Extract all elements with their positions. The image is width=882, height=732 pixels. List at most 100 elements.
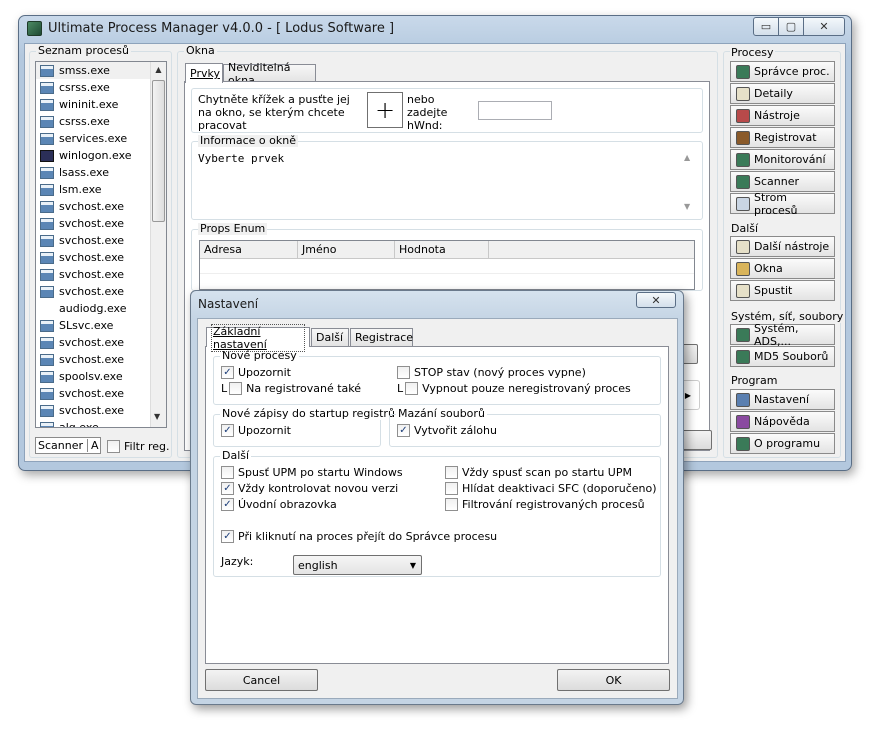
list-item[interactable]: alg.exe	[36, 419, 150, 427]
process-name: svchost.exe	[59, 387, 125, 400]
btn-monitor[interactable]: Monitorování	[730, 149, 835, 170]
list-item[interactable]: svchost.exe	[36, 232, 150, 249]
btn-process-manager[interactable]: Správce proc.	[730, 61, 835, 82]
vypnout-checkbox[interactable]: L Vypnout pouze neregistrovaný proces	[397, 382, 631, 395]
process-list[interactable]: smss.exe csrss.exe wininit.exe csrss.exe ser…	[35, 61, 167, 428]
dalsi-left-checkbox-0[interactable]: Spusť UPM po startu Windows	[221, 466, 403, 479]
list-item[interactable]: audiodg.exe	[36, 300, 150, 317]
dalsi-left-checkbox-2[interactable]: ✓ Úvodní obrazovka	[221, 498, 337, 511]
checkbox-box[interactable]: ✓	[221, 482, 234, 495]
list-item[interactable]: csrss.exe	[36, 79, 150, 96]
zaloha-checkbox[interactable]: ✓ Vytvořit zálohu	[397, 424, 497, 437]
checkbox-box[interactable]	[221, 466, 234, 479]
list-item[interactable]: smss.exe	[36, 62, 150, 79]
filter-reg-checkbox[interactable]: Filtr reg.	[107, 440, 170, 453]
scroll-up-icon[interactable]: ▲	[151, 65, 166, 74]
process-icon	[40, 234, 54, 247]
list-item[interactable]: wininit.exe	[36, 96, 150, 113]
tab-registrace[interactable]: Registrace	[350, 328, 413, 346]
list-item[interactable]: SLsvc.exe	[36, 317, 150, 334]
btn-label: Nastavení	[754, 393, 810, 406]
dalsi-right-checkbox-2[interactable]: Filtrování registrovaných procesů	[445, 498, 645, 511]
col-jmeno[interactable]: Jméno	[298, 241, 395, 259]
ok-button[interactable]: OK	[557, 669, 670, 691]
dialog-close-button[interactable]: ✕	[636, 292, 676, 308]
btn-run[interactable]: Spustit	[730, 280, 835, 301]
list-item[interactable]: spoolsv.exe	[36, 368, 150, 385]
list-item[interactable]: svchost.exe	[36, 385, 150, 402]
btn-scanner[interactable]: Scanner	[730, 171, 835, 192]
process-name: winlogon.exe	[59, 149, 132, 162]
process-name: svchost.exe	[59, 336, 125, 349]
btn-system[interactable]: Systém, ADS,...	[730, 322, 835, 348]
startup-upozornit-box[interactable]: ✓	[221, 424, 234, 437]
dalsi-right-checkbox-0[interactable]: Vždy spusť scan po startu UPM	[445, 466, 632, 479]
dalsi-left-checkbox-1[interactable]: ✓ Vždy kontrolovat novou verzi	[221, 482, 398, 495]
upozornit-box[interactable]: ✓	[221, 366, 234, 379]
btn-about[interactable]: O programu	[730, 433, 835, 454]
maximize-button[interactable]: ▢	[778, 17, 804, 36]
btn-windows[interactable]: Okna	[730, 258, 835, 279]
hwnd-input[interactable]	[478, 101, 552, 120]
crosshair-target[interactable]: +	[367, 92, 403, 128]
click-goto-checkbox[interactable]: ✓ Při kliknutí na proces přejít do Správc…	[221, 530, 497, 543]
props-table[interactable]: Adresa Jméno Hodnota	[199, 240, 695, 290]
list-item[interactable]: csrss.exe	[36, 113, 150, 130]
tab-zakladni-nastaveni[interactable]: Základní nastavení	[206, 323, 310, 352]
btn-label: Spustit	[754, 284, 793, 297]
jazyk-label: Jazyk:	[221, 555, 254, 568]
btn-md5[interactable]: MD5 Souborů	[730, 346, 835, 367]
filter-reg-box[interactable]	[107, 440, 120, 453]
checkbox-label: Vždy spusť scan po startu UPM	[462, 466, 632, 479]
close-button[interactable]: ✕	[803, 17, 845, 36]
scroll-down-icon[interactable]: ▼	[154, 412, 160, 421]
list-item[interactable]: services.exe	[36, 130, 150, 147]
list-item[interactable]: svchost.exe	[36, 198, 150, 215]
btn-settings[interactable]: Nastavení	[730, 389, 835, 410]
list-item[interactable]: winlogon.exe	[36, 147, 150, 164]
cancel-button[interactable]: Cancel	[205, 669, 318, 691]
checkbox-box[interactable]	[445, 482, 458, 495]
list-item[interactable]: svchost.exe	[36, 215, 150, 232]
col-hodnota[interactable]: Hodnota	[395, 241, 489, 259]
stop-checkbox[interactable]: STOP stav (nový proces vypne)	[397, 366, 586, 379]
zaloha-box[interactable]: ✓	[397, 424, 410, 437]
dalsi-right-checkbox-1[interactable]: Hlídat deaktivaci SFC (doporučeno)	[445, 482, 657, 495]
list-item[interactable]: svchost.exe	[36, 266, 150, 283]
checkbox-box[interactable]	[445, 466, 458, 479]
info-scroll-up-icon[interactable]: ▲	[684, 153, 690, 162]
btn-register[interactable]: Registrovat	[730, 127, 835, 148]
tab-prvky[interactable]: Prvky	[185, 63, 223, 83]
scanner-field[interactable]: Scanner A	[35, 437, 101, 454]
tab-dalsi[interactable]: Další	[311, 328, 349, 346]
list-item[interactable]: lsass.exe	[36, 164, 150, 181]
minimize-button[interactable]: ▭	[753, 17, 779, 36]
registered-checkbox[interactable]: L Na registrované také	[221, 382, 361, 395]
list-item[interactable]: svchost.exe	[36, 334, 150, 351]
list-item[interactable]: svchost.exe	[36, 249, 150, 266]
checkbox-box[interactable]: ✓	[221, 498, 234, 511]
tab-neviditelna-okna[interactable]: Neviditelná okna	[223, 61, 316, 87]
list-item[interactable]: svchost.exe	[36, 283, 150, 300]
btn-tree[interactable]: Strom procesů	[730, 190, 835, 217]
vypnout-box[interactable]	[405, 382, 419, 395]
click-goto-box[interactable]: ✓	[221, 530, 234, 543]
list-item[interactable]: svchost.exe	[36, 351, 150, 368]
btn-help[interactable]: Nápověda	[730, 411, 835, 432]
jazyk-select[interactable]: english ▼	[293, 555, 422, 575]
btn-more-tools[interactable]: Další nástroje	[730, 236, 835, 257]
col-adresa[interactable]: Adresa	[200, 241, 298, 259]
list-item[interactable]: svchost.exe	[36, 402, 150, 419]
process-list-scrollbar[interactable]: ▲ ▼	[150, 62, 166, 427]
btn-tools[interactable]: Nástroje	[730, 105, 835, 126]
info-scroll-down-icon[interactable]: ▼	[684, 202, 690, 211]
registered-box[interactable]	[229, 382, 243, 395]
upozornit-checkbox[interactable]: ✓ Upozornit	[221, 366, 291, 379]
btn-details[interactable]: Detaily	[730, 83, 835, 104]
startup-upozornit-checkbox[interactable]: ✓ Upozornit	[221, 424, 291, 437]
checkbox-box[interactable]	[445, 498, 458, 511]
list-item[interactable]: lsm.exe	[36, 181, 150, 198]
process-list-scroll-thumb[interactable]	[152, 80, 165, 222]
stop-box[interactable]	[397, 366, 410, 379]
btn-label: Strom procesů	[754, 190, 798, 217]
